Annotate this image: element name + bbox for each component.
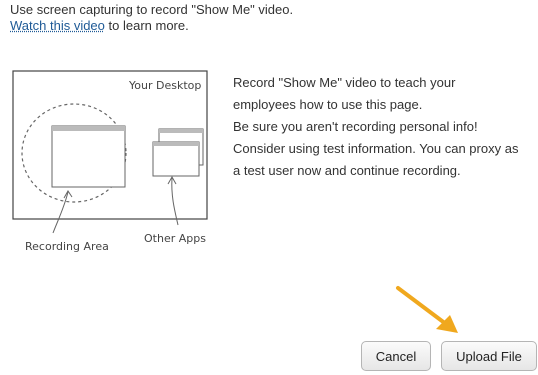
arrow-pointer-icon (396, 286, 458, 333)
recording-window (51, 125, 126, 188)
other-apps-label: Other Apps (144, 232, 206, 245)
intro-text: Use screen capturing to record "Show Me"… (10, 2, 293, 34)
other-app-window-front (152, 141, 200, 177)
other-app-window-back-titlebar (159, 129, 203, 133)
intro-line-2: Watch this video to learn more. (10, 18, 293, 34)
recording-window-titlebar (52, 126, 125, 131)
description-text: Record "Show Me" video to teach your emp… (233, 72, 533, 182)
description-line-4: Consider using test information. You can… (233, 141, 519, 156)
desktop-illustration: Your Desktop Recording Area Other Apps (12, 70, 208, 253)
description-line-2: employees how to use this page. (233, 97, 423, 112)
intro-line-1: Use screen capturing to record "Show Me"… (10, 2, 294, 17)
description-line-1: Record "Show Me" video to teach your (233, 75, 456, 90)
cancel-button[interactable]: Cancel (361, 341, 431, 371)
description-line-3: Be sure you aren't recording personal in… (233, 119, 478, 134)
other-app-window-front-titlebar (153, 142, 199, 146)
upload-file-button[interactable]: Upload File (441, 341, 537, 371)
recording-area-label: Recording Area (25, 240, 109, 253)
desktop-label: Your Desktop (128, 79, 201, 92)
intro-line-2-suffix: to learn more. (104, 18, 189, 33)
description-line-5: a test user now and continue recording. (233, 163, 461, 178)
watch-video-link[interactable]: Watch this video (10, 18, 105, 33)
